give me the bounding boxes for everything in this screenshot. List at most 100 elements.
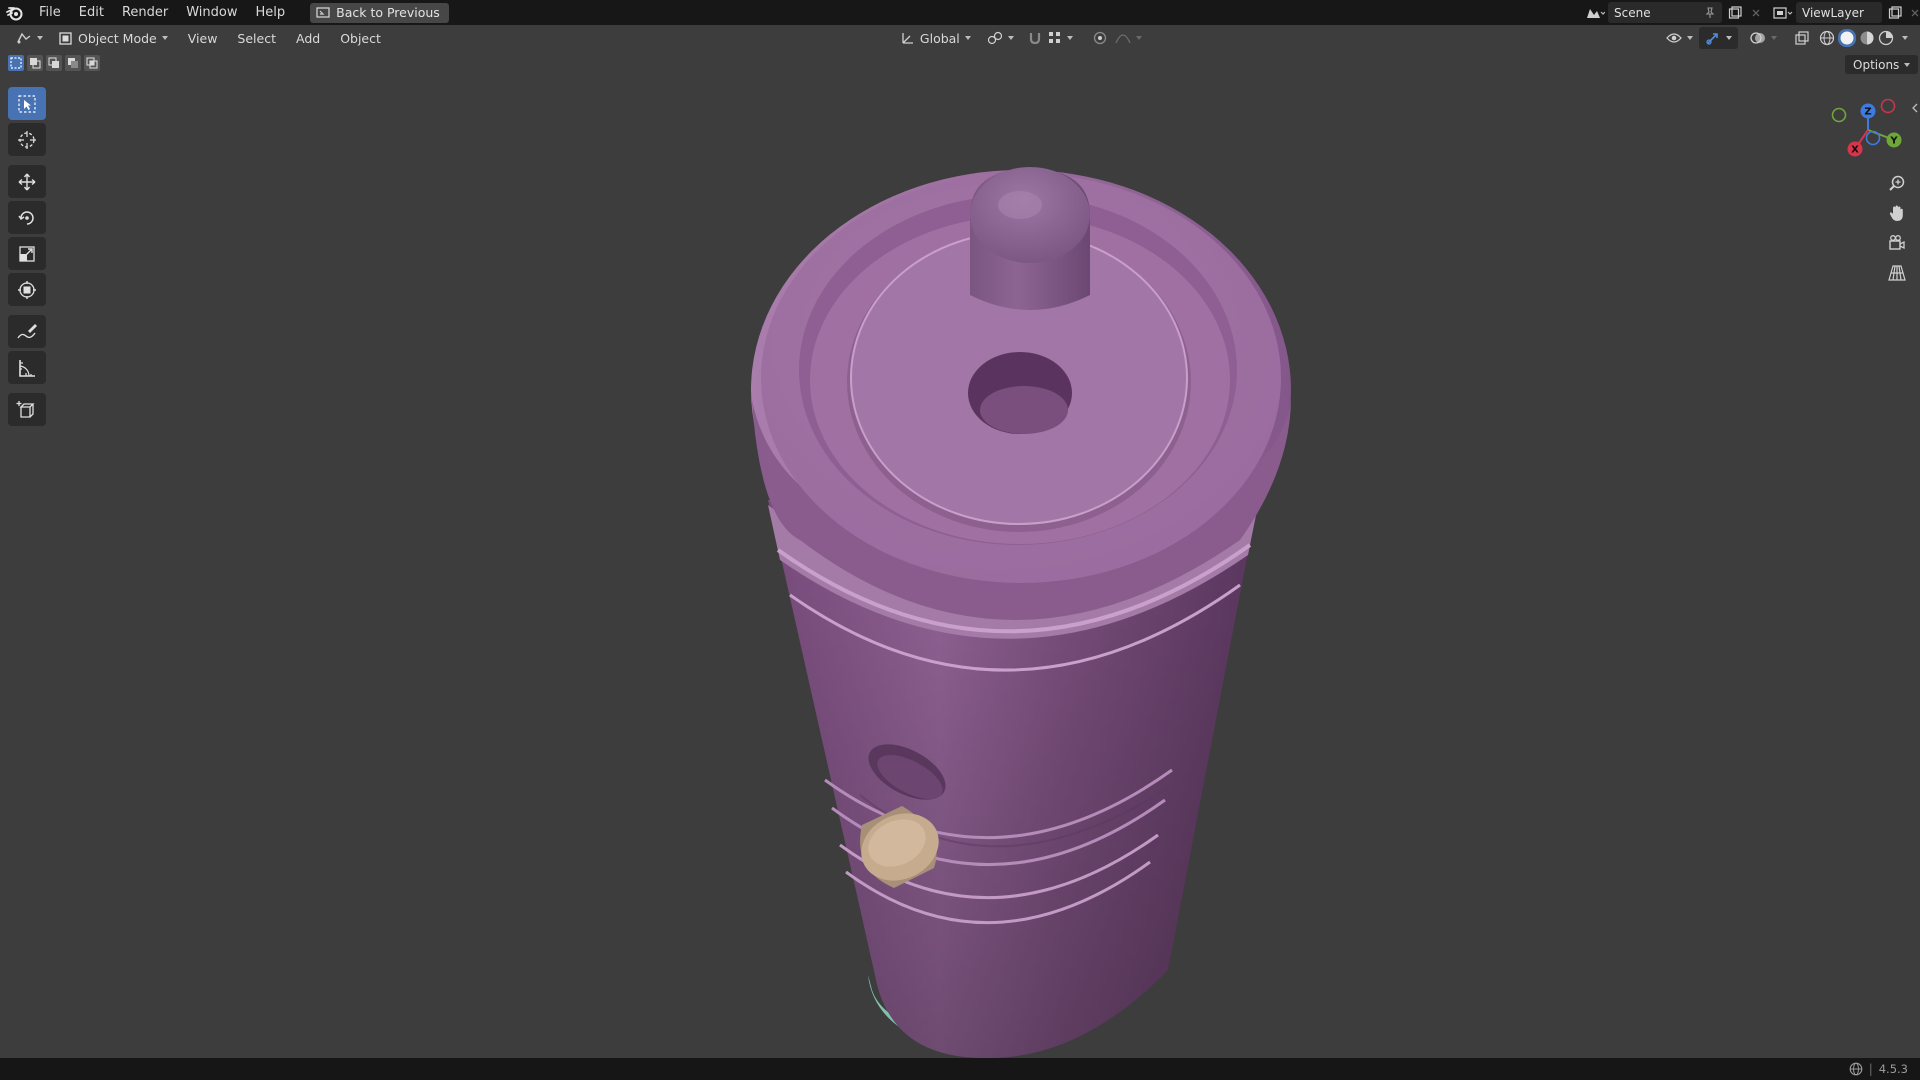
zoom-icon[interactable] xyxy=(1882,170,1912,196)
menu-select[interactable]: Select xyxy=(231,27,282,49)
pan-hand-icon[interactable] xyxy=(1882,200,1912,226)
viewport-header: Object Mode View Select Add Object Globa… xyxy=(0,25,1920,51)
navigation-gizmo[interactable]: Z Y X xyxy=(1822,95,1908,165)
select-box-tool[interactable] xyxy=(8,87,46,120)
cursor-tool[interactable] xyxy=(8,123,46,156)
gizmo-neg-y[interactable] xyxy=(1831,107,1847,123)
transform-tool[interactable] xyxy=(8,273,46,306)
selection-mode-group xyxy=(8,55,100,71)
move-arrows-icon xyxy=(17,172,37,192)
measure-tool[interactable] xyxy=(8,351,46,384)
viewport-editor-icon xyxy=(16,31,32,45)
camera-view-icon[interactable] xyxy=(1882,230,1912,256)
menu-file[interactable]: File xyxy=(30,0,70,25)
scale-icon xyxy=(17,244,37,264)
gizmo-neg-z[interactable] xyxy=(1865,130,1881,146)
back-to-previous-button[interactable]: Back to Previous xyxy=(310,2,449,23)
move-tool[interactable] xyxy=(8,165,46,198)
top-menu-bar: File Edit Render Window Help Back to Pre… xyxy=(0,0,1920,25)
select-box-icon xyxy=(17,94,37,114)
annotate-tool[interactable] xyxy=(8,315,46,348)
scene-selector: Scene ViewLayer xyxy=(1582,2,1920,23)
select-subtract-icon[interactable] xyxy=(46,55,62,71)
perspective-grid-icon[interactable] xyxy=(1882,260,1912,286)
orientation-icon xyxy=(901,31,915,45)
overlays-icon xyxy=(1750,31,1766,45)
rotate-tool[interactable] xyxy=(8,201,46,234)
delete-view-layer-icon[interactable] xyxy=(1908,2,1920,23)
gizmo-x-label: X xyxy=(1851,145,1859,156)
select-intersect-icon[interactable] xyxy=(84,55,100,71)
new-scene-icon[interactable] xyxy=(1722,2,1748,23)
network-globe-icon xyxy=(1849,1062,1863,1076)
scene-name: Scene xyxy=(1614,5,1651,20)
delete-scene-icon[interactable] xyxy=(1748,2,1764,23)
scene-name-field[interactable]: Scene xyxy=(1608,2,1722,23)
eye-icon xyxy=(1666,32,1682,44)
view-layer-name: ViewLayer xyxy=(1802,5,1864,20)
status-bar: | 4.5.3 xyxy=(0,1058,1920,1080)
options-dropdown[interactable]: Options xyxy=(1845,55,1919,74)
blender-version: 4.5.3 xyxy=(1878,1062,1908,1076)
pin-icon[interactable] xyxy=(1704,6,1716,19)
viewport-3d-model[interactable] xyxy=(0,0,1920,1080)
select-extend-icon[interactable] xyxy=(27,55,43,71)
annotate-pencil-icon xyxy=(16,322,38,342)
object-mode-icon xyxy=(59,31,72,45)
view-layer-browse-icon[interactable] xyxy=(1770,2,1796,23)
menu-render[interactable]: Render xyxy=(113,0,177,25)
select-invert-icon[interactable] xyxy=(65,55,81,71)
rotate-icon xyxy=(17,208,37,228)
menu-edit[interactable]: Edit xyxy=(70,0,113,25)
screen-icon xyxy=(316,6,330,19)
snap-target-selector[interactable] xyxy=(1042,27,1079,49)
mode-selector[interactable]: Object Mode xyxy=(53,27,174,49)
view-layer-field[interactable]: ViewLayer xyxy=(1796,2,1882,23)
scene-browse-icon[interactable] xyxy=(1582,2,1608,23)
menu-object[interactable]: Object xyxy=(334,27,387,49)
gizmo-icon xyxy=(1705,31,1721,45)
transform-orientation-selector[interactable]: Global xyxy=(895,27,977,49)
material-shading-icon[interactable] xyxy=(1859,30,1875,46)
editor-type-selector[interactable] xyxy=(10,27,49,49)
xray-toggle[interactable] xyxy=(1789,27,1815,49)
shading-options-chevron-icon[interactable] xyxy=(1902,36,1908,40)
status-divider: | xyxy=(1868,1062,1873,1076)
pivot-icon xyxy=(987,31,1003,45)
measure-ruler-icon xyxy=(17,358,37,378)
menu-view[interactable]: View xyxy=(182,27,224,49)
select-new-icon[interactable] xyxy=(8,55,24,71)
add-cube-icon xyxy=(16,400,38,420)
magnet-icon xyxy=(1028,31,1042,45)
menu-help[interactable]: Help xyxy=(247,0,295,25)
visibility-selector[interactable] xyxy=(1660,27,1699,49)
new-view-layer-icon[interactable] xyxy=(1882,2,1908,23)
mode-label: Object Mode xyxy=(78,30,157,46)
proportional-edit-icon xyxy=(1093,31,1107,45)
falloff-selector[interactable] xyxy=(1109,27,1148,49)
add-cube-tool[interactable] xyxy=(8,393,46,426)
orientation-label: Global xyxy=(919,30,960,46)
gizmo-neg-x[interactable] xyxy=(1880,98,1896,114)
wireframe-shading-icon[interactable] xyxy=(1819,30,1835,46)
menu-add[interactable]: Add xyxy=(290,27,326,49)
gizmo-toggle[interactable] xyxy=(1699,27,1738,49)
cap-knob xyxy=(970,167,1090,310)
overlays-toggle[interactable] xyxy=(1744,27,1783,49)
rendered-shading-icon[interactable] xyxy=(1878,30,1894,46)
scale-tool[interactable] xyxy=(8,237,46,270)
shading-modes xyxy=(1819,29,1908,47)
sidebar-toggle-chevron-icon[interactable] xyxy=(1910,95,1920,121)
blender-logo-icon[interactable] xyxy=(0,0,30,25)
gizmo-y-label: Y xyxy=(1889,136,1898,147)
menu-window[interactable]: Window xyxy=(177,0,246,25)
options-label: Options xyxy=(1853,57,1900,72)
pivot-point-selector[interactable] xyxy=(981,27,1020,49)
snap-grid-icon xyxy=(1048,31,1062,45)
transform-icon xyxy=(17,280,37,300)
solid-shading-icon[interactable] xyxy=(1838,29,1856,47)
back-to-previous-label: Back to Previous xyxy=(336,5,440,20)
tool-shelf xyxy=(8,87,46,429)
gizmo-z-label: Z xyxy=(1864,107,1871,118)
falloff-curve-icon xyxy=(1115,31,1131,45)
